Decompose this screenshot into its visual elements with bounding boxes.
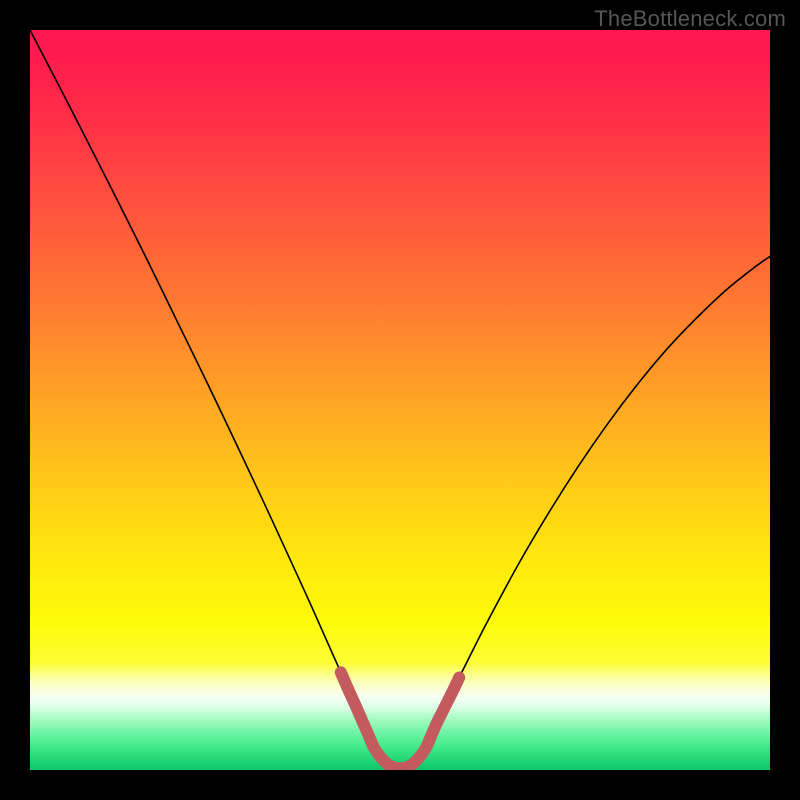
watermark-text: TheBottleneck.com <box>594 6 786 32</box>
optimal-band <box>30 30 770 770</box>
plot-area <box>30 30 770 770</box>
chart-frame: TheBottleneck.com <box>0 0 800 800</box>
